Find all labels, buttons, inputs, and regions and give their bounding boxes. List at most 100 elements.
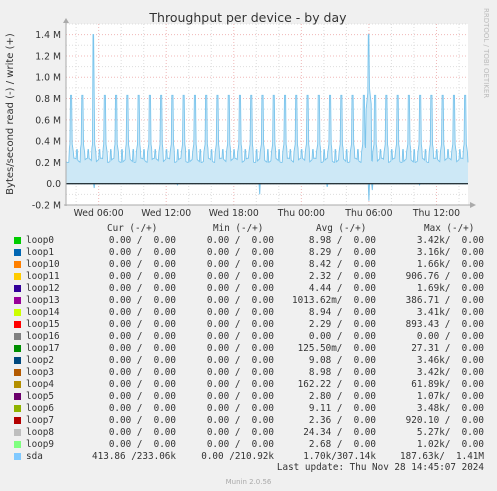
legend-row: loop0 0.00 / 0.00 0.00 / 0.00 8.98 / 0.00 3.… <box>0 235 497 247</box>
legend-min-value: 0.00 / 0.00 <box>206 439 274 450</box>
legend-cur-value: 0.00 / 0.00 <box>108 391 176 402</box>
legend-device-name: loop4 <box>26 379 54 390</box>
y-tick-label: -0.2 M <box>32 201 61 212</box>
legend-min-value: 0.00 / 0.00 <box>206 247 274 258</box>
legend-max-value: 5.27k/ 0.00 <box>416 427 484 438</box>
legend-color-swatch <box>14 285 21 292</box>
throughput-chart: 1.4 M 1.2 M 1.0 M 0.8 M 0.6 M 0.4 M 0.2 M 0.0 -0… <box>5 8 490 219</box>
legend-avg-value: 4.44 / 0.00 <box>308 283 376 294</box>
x-tick-label: Thu 06:00 <box>344 208 392 219</box>
legend-cur-value: 0.00 / 0.00 <box>108 319 176 330</box>
legend-cur-value: 0.00 / 0.00 <box>108 331 176 342</box>
legend-color-swatch <box>14 261 21 268</box>
legend-min-value: 0.00 / 0.00 <box>206 391 274 402</box>
legend-avg-value: 1013.62m/ 0.00 <box>292 295 376 306</box>
legend-min-value: 0.00 / 0.00 <box>206 355 274 366</box>
legend-device-name: loop10 <box>26 259 60 270</box>
legend-avg-value: 0.00 / 0.00 <box>308 331 376 342</box>
x-axis-arrow <box>470 202 476 208</box>
legend-device-name: loop2 <box>26 355 54 366</box>
legend-color-swatch <box>14 309 21 316</box>
legend-device-name: loop15 <box>26 319 60 330</box>
legend-row: loop1 0.00 / 0.00 0.00 / 0.00 8.29 / 0.00 3.… <box>0 247 497 259</box>
legend-device-name: loop7 <box>26 415 54 426</box>
legend-cur-value: 0.00 / 0.00 <box>108 247 176 258</box>
legend-color-swatch <box>14 333 21 340</box>
legend-row: loop8 0.00 / 0.00 0.00 / 0.00 24.34 / 0.00 5… <box>0 427 497 439</box>
last-update: Last update: Thu Nov 28 14:45:07 2024 <box>276 462 484 473</box>
legend-min-value: 0.00 /210.92k <box>201 451 274 462</box>
legend-cur-value: 0.00 / 0.00 <box>108 355 176 366</box>
legend-max-value: 920.10 / 0.00 <box>405 415 484 426</box>
legend-color-swatch <box>14 249 21 256</box>
legend-min-value: 0.00 / 0.00 <box>206 319 274 330</box>
legend-cur-value: 0.00 / 0.00 <box>108 235 176 246</box>
legend-avg-value: 8.98 / 0.00 <box>308 367 376 378</box>
legend-cur-value: 0.00 / 0.00 <box>108 271 176 282</box>
legend-avg-value: 9.11 / 0.00 <box>308 403 376 414</box>
legend-device-name: sda <box>26 451 43 462</box>
y-tick-label: 0.2 M <box>35 158 61 169</box>
legend-row: loop7 0.00 / 0.00 0.00 / 0.00 2.36 / 0.00 92… <box>0 415 497 427</box>
legend-cur-value: 0.00 / 0.00 <box>108 343 176 354</box>
legend-avg-value: 2.36 / 0.00 <box>308 415 376 426</box>
rrdtool-side-label: RRDTOOL / TOBI OETIKER <box>482 8 490 98</box>
legend-cur-value: 0.00 / 0.00 <box>108 259 176 270</box>
legend-color-swatch <box>14 345 21 352</box>
legend-cur-value: 0.00 / 0.00 <box>108 295 176 306</box>
legend-avg-value: 2.32 / 0.00 <box>308 271 376 282</box>
legend-max-value: 3.42k/ 0.00 <box>416 367 484 378</box>
legend-min-value: 0.00 / 0.00 <box>206 427 274 438</box>
legend-color-swatch <box>14 297 21 304</box>
legend-device-name: loop6 <box>26 403 54 414</box>
legend-avg-value: 8.94 / 0.00 <box>308 307 376 318</box>
legend-color-swatch <box>14 393 21 400</box>
legend-device-name: loop11 <box>26 271 60 282</box>
legend-min-value: 0.00 / 0.00 <box>206 367 274 378</box>
legend-max-value: 3.16k/ 0.00 <box>416 247 484 258</box>
legend-device-name: loop17 <box>26 343 60 354</box>
legend-min-value: 0.00 / 0.00 <box>206 343 274 354</box>
legend-header-avg: Avg (-/+) <box>316 223 367 234</box>
legend-device-name: loop5 <box>26 391 54 402</box>
x-tick-label: Thu 12:00 <box>412 208 460 219</box>
legend-row: loop3 0.00 / 0.00 0.00 / 0.00 8.98 / 0.00 3.… <box>0 367 497 379</box>
legend-row: loop5 0.00 / 0.00 0.00 / 0.00 2.80 / 0.00 1.… <box>0 391 497 403</box>
y-axis-arrow <box>63 18 69 23</box>
legend-max-value: 0.00 / 0.00 <box>416 331 484 342</box>
legend-row: loop2 0.00 / 0.00 0.00 / 0.00 9.08 / 0.00 3.… <box>0 355 497 367</box>
legend-avg-value: 2.29 / 0.00 <box>308 319 376 330</box>
legend-avg-value: 8.29 / 0.00 <box>308 247 376 258</box>
munin-version: Munin 2.0.56 <box>225 478 272 486</box>
legend-min-value: 0.00 / 0.00 <box>206 331 274 342</box>
legend-cur-value: 0.00 / 0.00 <box>108 427 176 438</box>
legend-max-value: 3.42k/ 0.00 <box>416 235 484 246</box>
legend-device-name: loop16 <box>26 331 60 342</box>
legend-avg-value: 2.68 / 0.00 <box>308 439 376 450</box>
legend-device-name: loop14 <box>26 307 60 318</box>
legend-max-value: 893.43 / 0.00 <box>405 319 484 330</box>
legend-max-value: 3.41k/ 0.00 <box>416 307 484 318</box>
legend-row: loop9 0.00 / 0.00 0.00 / 0.00 2.68 / 0.00 1.… <box>0 439 497 451</box>
y-axis-ticks: 1.4 M 1.2 M 1.0 M 0.8 M 0.6 M 0.4 M 0.2 M 0.0 -0… <box>32 30 61 211</box>
legend-device-name: loop13 <box>26 295 60 306</box>
legend-header-min: Min (-/+) <box>213 223 264 234</box>
legend-cur-value: 0.00 / 0.00 <box>108 283 176 294</box>
legend-max-value: 1.69k/ 0.00 <box>416 283 484 294</box>
legend-device-name: loop1 <box>26 247 54 258</box>
legend-device-name: loop9 <box>26 439 54 450</box>
legend-device-name: loop12 <box>26 283 60 294</box>
legend-cur-value: 0.00 / 0.00 <box>108 307 176 318</box>
y-tick-label: 0.0 <box>46 179 61 190</box>
legend-color-swatch <box>14 273 21 280</box>
legend-color-swatch <box>14 321 21 328</box>
x-tick-label: Wed 06:00 <box>74 208 124 219</box>
legend-max-value: 3.48k/ 0.00 <box>416 403 484 414</box>
legend-max-value: 386.71 / 0.00 <box>405 295 484 306</box>
legend-min-value: 0.00 / 0.00 <box>206 403 274 414</box>
x-tick-label: Wed 12:00 <box>141 208 191 219</box>
legend-color-swatch <box>14 453 21 460</box>
legend-row: loop15 0.00 / 0.00 0.00 / 0.00 2.29 / 0.00 8… <box>0 319 497 331</box>
legend-min-value: 0.00 / 0.00 <box>206 283 274 294</box>
y-tick-label: 0.8 M <box>35 94 61 105</box>
